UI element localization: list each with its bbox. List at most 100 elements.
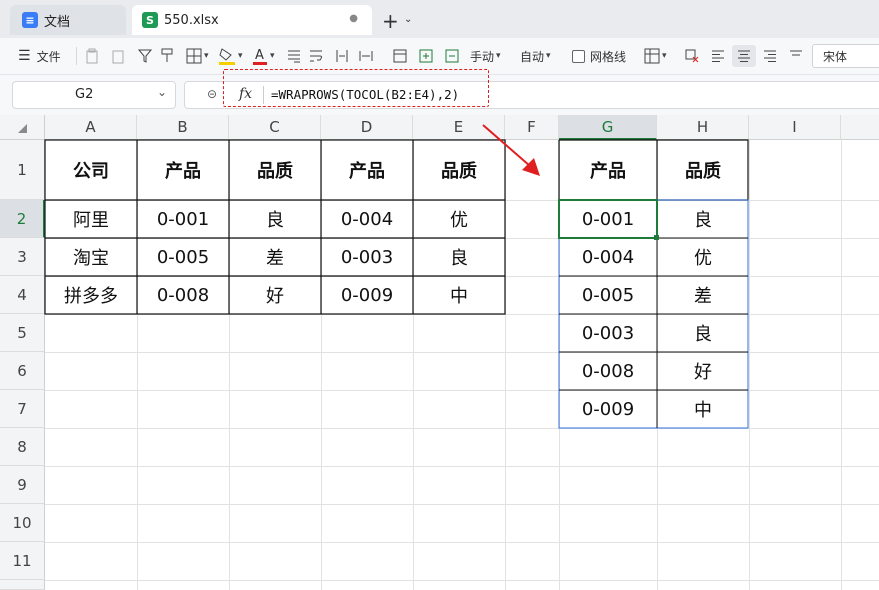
font-color-icon: A: [253, 48, 267, 65]
font-color-button[interactable]: A ▾: [252, 45, 275, 67]
table-cell[interactable]: 良: [657, 200, 749, 238]
row-header-6[interactable]: 6: [0, 352, 45, 390]
row-header-11[interactable]: 11: [0, 542, 45, 580]
row-header-3[interactable]: 3: [0, 238, 45, 276]
table-cell[interactable]: 0-005: [137, 238, 229, 276]
tab-documents[interactable]: ≡ 文档: [10, 5, 126, 35]
align-right-icon[interactable]: [762, 45, 778, 67]
column-header-d[interactable]: D: [321, 115, 413, 140]
border-button[interactable]: ▾: [186, 45, 209, 67]
gridlines-label: 网格线: [590, 49, 627, 64]
row-header-5[interactable]: 5: [0, 314, 45, 352]
column-header-g[interactable]: G: [559, 115, 657, 140]
column-header-j[interactable]: [841, 115, 879, 140]
annotation-arrow-icon: [482, 124, 540, 176]
active-cell-selection[interactable]: [558, 199, 658, 239]
tab-label: 550.xlsx: [164, 12, 219, 28]
table-cell[interactable]: 0-003: [321, 238, 413, 276]
header-cell[interactable]: 产品: [321, 140, 413, 200]
unsaved-dot-icon[interactable]: ●: [349, 13, 358, 24]
table-cell[interactable]: 好: [657, 352, 749, 390]
fill-color-button[interactable]: ▾: [218, 45, 243, 67]
row-header-1[interactable]: 1: [0, 140, 45, 200]
row-header-4[interactable]: 4: [0, 276, 45, 314]
table-cell[interactable]: 良: [229, 200, 321, 238]
column-header-h[interactable]: H: [657, 115, 749, 140]
header-cell[interactable]: 产品: [559, 140, 657, 200]
row-header-9[interactable]: 9: [0, 466, 45, 504]
column-header-b[interactable]: B: [137, 115, 229, 140]
gridlines-checkbox[interactable]: 网格线: [572, 45, 626, 67]
column-header-a[interactable]: A: [45, 115, 137, 140]
table-cell[interactable]: 0-008: [559, 352, 657, 390]
formula-row: G2 ⌄ ⊝ fx =WRAPROWS(TOCOL(B2:E4),2): [0, 69, 879, 115]
row-header-8[interactable]: 8: [0, 428, 45, 466]
fill-handle[interactable]: [654, 235, 659, 240]
header-cell[interactable]: 品质: [657, 140, 749, 200]
table-cell[interactable]: 0-008: [137, 276, 229, 314]
chevron-down-icon[interactable]: ⌄: [157, 85, 167, 99]
sheet-s-icon: S: [142, 12, 158, 28]
align-top-icon[interactable]: [788, 45, 804, 67]
tab-list-chevron-icon[interactable]: ⌄: [404, 14, 412, 25]
freeze-icon[interactable]: [392, 45, 408, 67]
table-cell[interactable]: 0-005: [559, 276, 657, 314]
table-cell[interactable]: 0-001: [137, 200, 229, 238]
table-cell[interactable]: 淘宝: [45, 238, 137, 276]
row-header-12[interactable]: [0, 580, 45, 590]
cell-style-button[interactable]: ▾: [644, 45, 667, 67]
formula-highlight-box: [223, 69, 489, 107]
header-cell[interactable]: 品质: [229, 140, 321, 200]
table-cell[interactable]: 拼多多: [45, 276, 137, 314]
manual-dropdown[interactable]: 手动 ▾: [470, 45, 501, 67]
header-cell[interactable]: 公司: [45, 140, 137, 200]
cell-reference: G2: [75, 87, 94, 102]
text-wrap-icon[interactable]: [308, 45, 324, 67]
table-cell[interactable]: 0-004: [321, 200, 413, 238]
checkbox-icon: [572, 49, 585, 63]
table-cell[interactable]: 好: [229, 276, 321, 314]
tab-550-xlsx[interactable]: S 550.xlsx ●: [132, 5, 372, 35]
header-cell[interactable]: 产品: [137, 140, 229, 200]
column-header-i[interactable]: I: [749, 115, 841, 140]
format-painter-icon[interactable]: [160, 45, 174, 67]
align-justify-icon[interactable]: [286, 45, 302, 67]
file-menu-label: 文件: [36, 49, 61, 64]
table-cell[interactable]: 优: [413, 200, 505, 238]
table-cell[interactable]: 良: [413, 238, 505, 276]
zoom-search-icon[interactable]: ⊝: [207, 87, 217, 101]
column-header-c[interactable]: C: [229, 115, 321, 140]
divider: [76, 47, 77, 65]
table-cell[interactable]: 阿里: [45, 200, 137, 238]
auto-dropdown[interactable]: 自动 ▾: [520, 45, 551, 67]
table-cell[interactable]: 0-004: [559, 238, 657, 276]
table-cell[interactable]: 0-003: [559, 314, 657, 352]
table-cell[interactable]: 中: [413, 276, 505, 314]
align-left-icon[interactable]: [710, 45, 726, 67]
select-all-corner[interactable]: [0, 115, 45, 140]
insert-row-icon[interactable]: [418, 45, 434, 67]
clipboard-icon[interactable]: [110, 45, 126, 67]
filter-icon[interactable]: [138, 45, 152, 67]
menu-button[interactable]: ☰ 文件: [18, 45, 61, 67]
table-cell[interactable]: 中: [657, 390, 749, 428]
insert-col-icon[interactable]: [444, 45, 460, 67]
table-cell[interactable]: 良: [657, 314, 749, 352]
row-header-10[interactable]: 10: [0, 504, 45, 542]
table-cell[interactable]: 优: [657, 238, 749, 276]
paste-icon[interactable]: [84, 45, 100, 67]
merge-icon[interactable]: [334, 45, 350, 67]
hamburger-icon: ☰: [18, 48, 31, 64]
font-name-select[interactable]: 宋体: [812, 44, 879, 68]
table-cell[interactable]: 0-009: [321, 276, 413, 314]
table-cell[interactable]: 0-009: [559, 390, 657, 428]
align-center-icon[interactable]: [732, 45, 756, 67]
name-box[interactable]: G2 ⌄: [12, 81, 176, 109]
row-header-7[interactable]: 7: [0, 390, 45, 428]
clear-format-icon[interactable]: [684, 45, 700, 67]
row-header-2[interactable]: 2: [0, 200, 45, 238]
table-cell[interactable]: 差: [229, 238, 321, 276]
table-cell[interactable]: 差: [657, 276, 749, 314]
new-tab-plus-icon[interactable]: +: [382, 9, 399, 33]
column-width-icon[interactable]: [358, 45, 374, 67]
